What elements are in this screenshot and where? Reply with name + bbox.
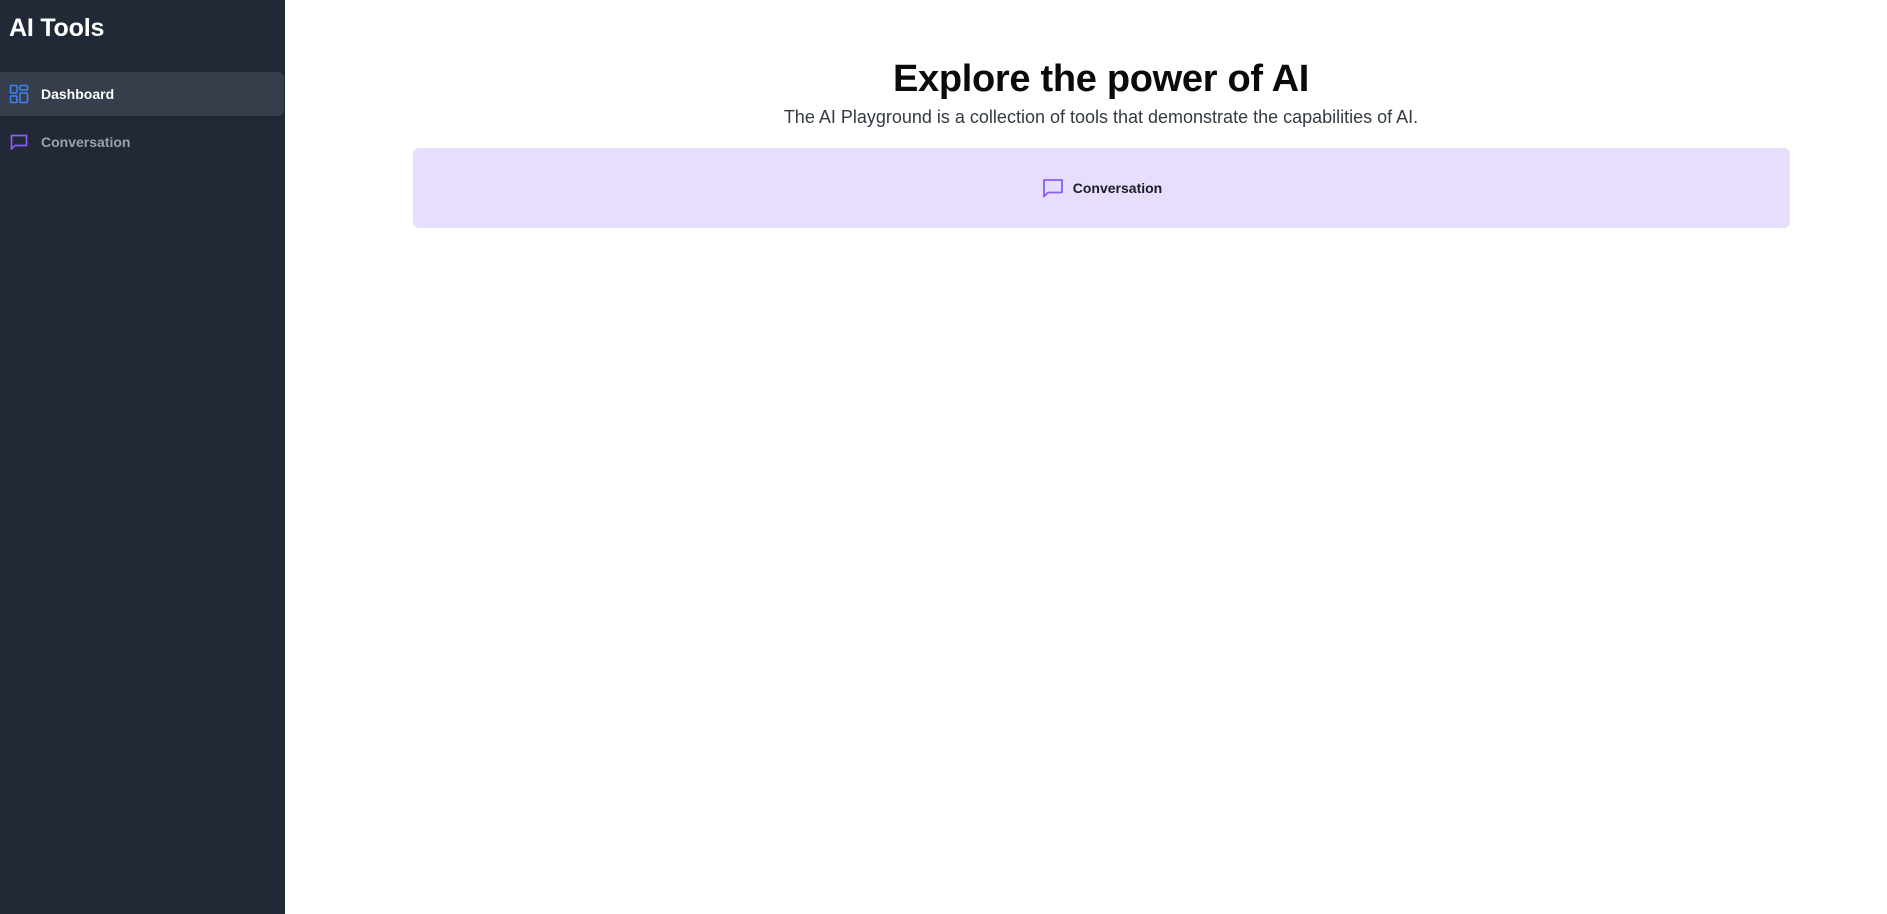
main-content: Explore the power of AI The AI Playgroun…: [285, 0, 1887, 914]
sidebar-item-dashboard[interactable]: Dashboard: [0, 72, 284, 116]
app-root: AI Tools Dashboard Conversation Explore …: [0, 0, 1887, 914]
sidebar: AI Tools Dashboard Conversation: [0, 0, 285, 914]
tool-card-conversation[interactable]: Conversation: [413, 148, 1790, 228]
sidebar-item-conversation[interactable]: Conversation: [0, 120, 284, 164]
message-square-icon: [9, 132, 29, 152]
app-brand[interactable]: AI Tools: [9, 14, 104, 43]
sidebar-item-label: Dashboard: [41, 86, 115, 102]
page-title: Explore the power of AI: [892, 58, 1310, 100]
page-subtitle: The AI Playground is a collection of too…: [783, 107, 1419, 127]
message-square-icon: [1041, 176, 1065, 200]
sidebar-item-label: Conversation: [41, 134, 131, 150]
tool-card-label: Conversation: [1072, 180, 1163, 196]
dashboard-grid-icon: [9, 84, 29, 104]
